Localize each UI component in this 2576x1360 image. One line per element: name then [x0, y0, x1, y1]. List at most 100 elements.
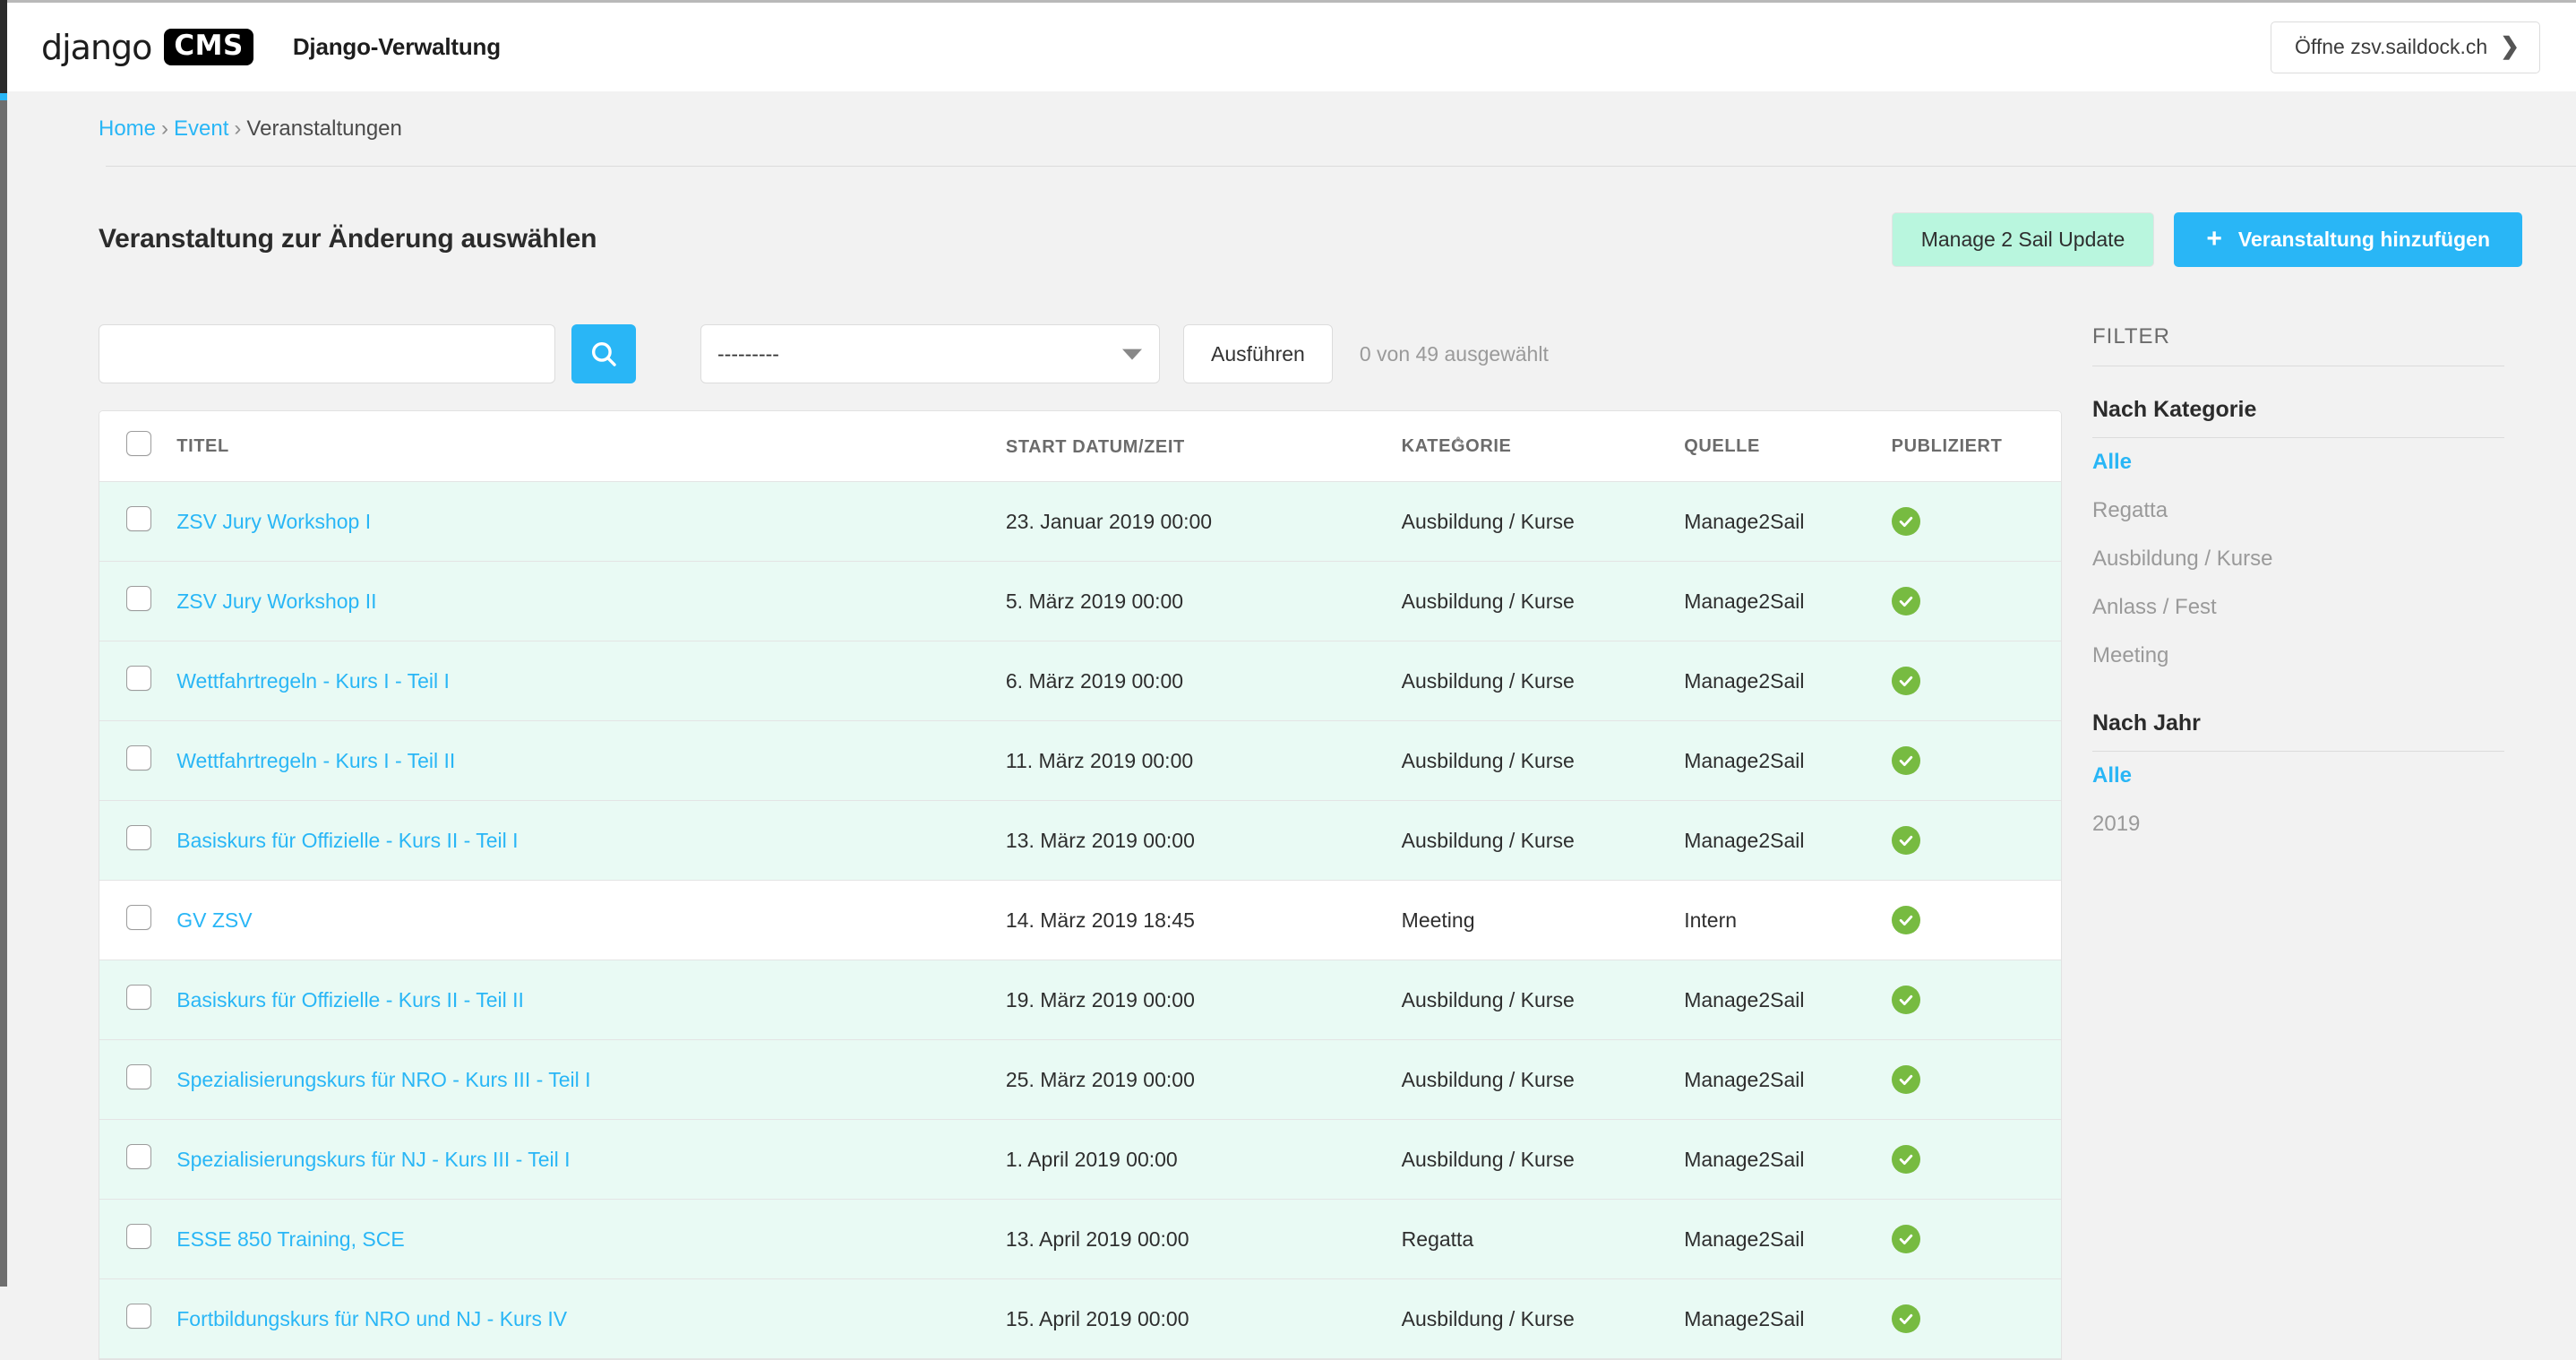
row-start-cell: 14. März 2019 18:45	[1006, 881, 1402, 960]
brand-logo[interactable]: django CMS	[41, 28, 253, 67]
search-input[interactable]	[99, 324, 555, 383]
action-select[interactable]: ---------	[700, 324, 1160, 383]
table-row: Basiskurs für Offizielle - Kurs II - Tei…	[99, 801, 2061, 881]
row-checkbox[interactable]	[126, 825, 151, 850]
open-site-button[interactable]: Öffne zsv.saildock.ch ❯	[2271, 22, 2540, 73]
row-published-cell	[1892, 801, 2061, 881]
row-select-cell	[99, 1279, 176, 1359]
row-start-cell: 6. März 2019 00:00	[1006, 641, 1402, 721]
breadcrumb-app[interactable]: Event	[174, 116, 228, 141]
filter-item-label[interactable]: 2019	[2092, 812, 2140, 836]
search-button[interactable]	[571, 324, 636, 383]
column-header-published-label: PUBLIZIERT	[1892, 436, 2003, 457]
filter-item[interactable]: Meeting	[2092, 632, 2504, 680]
breadcrumb: Home›Event›Veranstaltungen	[99, 116, 402, 142]
table-row: ZSV Jury Workshop II5. März 2019 00:00Au…	[99, 562, 2061, 641]
row-title-link[interactable]: Basiskurs für Offizielle - Kurs II - Tei…	[176, 988, 524, 1011]
table-row: Fortbildungskurs für NRO und NJ - Kurs I…	[99, 1279, 2061, 1359]
row-select-cell	[99, 721, 176, 801]
filter-item[interactable]: Regatta	[2092, 486, 2504, 535]
row-title-link[interactable]: Spezialisierungskurs für NRO - Kurs III …	[176, 1068, 590, 1091]
run-action-button[interactable]: Ausführen	[1183, 324, 1333, 383]
filter-item-label[interactable]: Alle	[2092, 763, 2132, 788]
row-checkbox[interactable]	[126, 1144, 151, 1169]
add-event-label: Veranstaltung hinzufügen	[2238, 228, 2490, 252]
filter-item[interactable]: Alle	[2092, 752, 2504, 800]
row-start-cell: 15. April 2019 00:00	[1006, 1279, 1402, 1359]
top-bar: django CMS Django-Verwaltung Öffne zsv.s…	[7, 0, 2576, 91]
row-checkbox[interactable]	[126, 1224, 151, 1249]
row-published-cell	[1892, 1040, 2061, 1120]
row-published-cell	[1892, 482, 2061, 562]
row-checkbox[interactable]	[126, 1304, 151, 1329]
page-header-actions: Manage 2 Sail Update + Veranstaltung hin…	[1892, 212, 2522, 267]
row-checkbox[interactable]	[126, 1064, 151, 1089]
results-panel: TITEL START DATUM/ZEIT^ KATEGORIE QUELLE…	[99, 410, 2062, 1360]
plus-icon: +	[2206, 228, 2222, 250]
brand-cms-badge: CMS	[164, 29, 253, 65]
row-title-link[interactable]: Spezialisierungskurs für NJ - Kurs III -…	[176, 1148, 570, 1171]
table-row: Wettfahrtregeln - Kurs I - Teil II 11. Mä…	[99, 721, 2061, 801]
row-checkbox[interactable]	[126, 666, 151, 691]
row-title-link[interactable]: GV ZSV	[176, 908, 252, 932]
row-source-cell: Manage2Sail	[1684, 801, 1891, 881]
row-category-cell: Ausbildung / Kurse	[1402, 1120, 1685, 1200]
row-published-cell	[1892, 562, 2061, 641]
row-published-cell	[1892, 1200, 2061, 1279]
row-checkbox[interactable]	[126, 745, 151, 770]
breadcrumb-divider	[106, 166, 2576, 167]
filter-list: Alle 2019	[2092, 752, 2504, 848]
row-published-cell	[1892, 1120, 2061, 1200]
select-all-checkbox[interactable]	[126, 431, 151, 456]
row-published-cell	[1892, 641, 2061, 721]
filter-item[interactable]: Anlass / Fest	[2092, 583, 2504, 632]
row-checkbox[interactable]	[126, 985, 151, 1010]
filter-item-label[interactable]: Alle	[2092, 450, 2132, 474]
row-title-link[interactable]: Basiskurs für Offizielle - Kurs II - Tei…	[176, 829, 518, 852]
column-header-published[interactable]: PUBLIZIERT	[1892, 411, 2061, 482]
row-category-cell: Ausbildung / Kurse	[1402, 482, 1685, 562]
column-header-category[interactable]: KATEGORIE	[1402, 411, 1685, 482]
row-start-cell: 19. März 2019 00:00	[1006, 960, 1402, 1040]
row-start-cell: 1. April 2019 00:00	[1006, 1120, 1402, 1200]
filter-group: Nach Jahr Alle 2019	[2092, 710, 2504, 848]
results-table-body: ZSV Jury Workshop I23. Januar 2019 00:00…	[99, 482, 2061, 1359]
row-checkbox[interactable]	[126, 506, 151, 531]
published-check-icon	[1892, 1304, 1920, 1333]
row-select-cell	[99, 1200, 176, 1279]
filter-item-label[interactable]: Regatta	[2092, 498, 2168, 522]
row-checkbox[interactable]	[126, 586, 151, 611]
filter-item[interactable]: Alle	[2092, 438, 2504, 486]
open-site-label: Öffne zsv.saildock.ch	[2295, 35, 2487, 59]
filter-item[interactable]: 2019	[2092, 800, 2504, 848]
row-select-cell	[99, 960, 176, 1040]
filter-item-label[interactable]: Meeting	[2092, 643, 2168, 667]
filter-item[interactable]: Ausbildung / Kurse	[2092, 535, 2504, 583]
row-category-cell: Ausbildung / Kurse	[1402, 801, 1685, 881]
content-area: Veranstaltung zur Änderung auswählen Man…	[7, 167, 2576, 1287]
row-title-link[interactable]: ZSV Jury Workshop I	[176, 510, 371, 533]
column-header-source[interactable]: QUELLE	[1684, 411, 1891, 482]
row-title-link[interactable]: ZSV Jury Workshop II	[176, 590, 376, 613]
row-title-link[interactable]: ESSE 850 Training, SCE	[176, 1227, 404, 1251]
row-title-link[interactable]: Fortbildungskurs für NRO und NJ - Kurs I…	[176, 1307, 567, 1330]
published-check-icon	[1892, 507, 1920, 536]
add-event-button[interactable]: + Veranstaltung hinzufügen	[2174, 212, 2522, 267]
column-header-title[interactable]: TITEL	[176, 411, 1006, 482]
breadcrumb-home[interactable]: Home	[99, 116, 156, 141]
row-start-cell: 11. März 2019 00:00	[1006, 721, 1402, 801]
published-check-icon	[1892, 587, 1920, 615]
row-title-link[interactable]: Wettfahrtregeln - Kurs I - Teil II	[176, 749, 455, 772]
filter-item-label[interactable]: Ausbildung / Kurse	[2092, 547, 2272, 571]
table-row: ZSV Jury Workshop I23. Januar 2019 00:00…	[99, 482, 2061, 562]
row-category-cell: Meeting	[1402, 881, 1685, 960]
column-header-start[interactable]: START DATUM/ZEIT^	[1006, 411, 1402, 482]
filter-group-title: Nach Jahr	[2092, 710, 2504, 752]
row-title-link[interactable]: Wettfahrtregeln - Kurs I - Teil I	[176, 669, 450, 693]
filter-item-label[interactable]: Anlass / Fest	[2092, 595, 2217, 619]
row-start-cell: 13. April 2019 00:00	[1006, 1200, 1402, 1279]
row-checkbox[interactable]	[126, 905, 151, 930]
breadcrumb-separator-1: ›	[161, 116, 168, 141]
row-source-cell: Manage2Sail	[1684, 641, 1891, 721]
manage-2-sail-update-button[interactable]: Manage 2 Sail Update	[1892, 212, 2155, 267]
